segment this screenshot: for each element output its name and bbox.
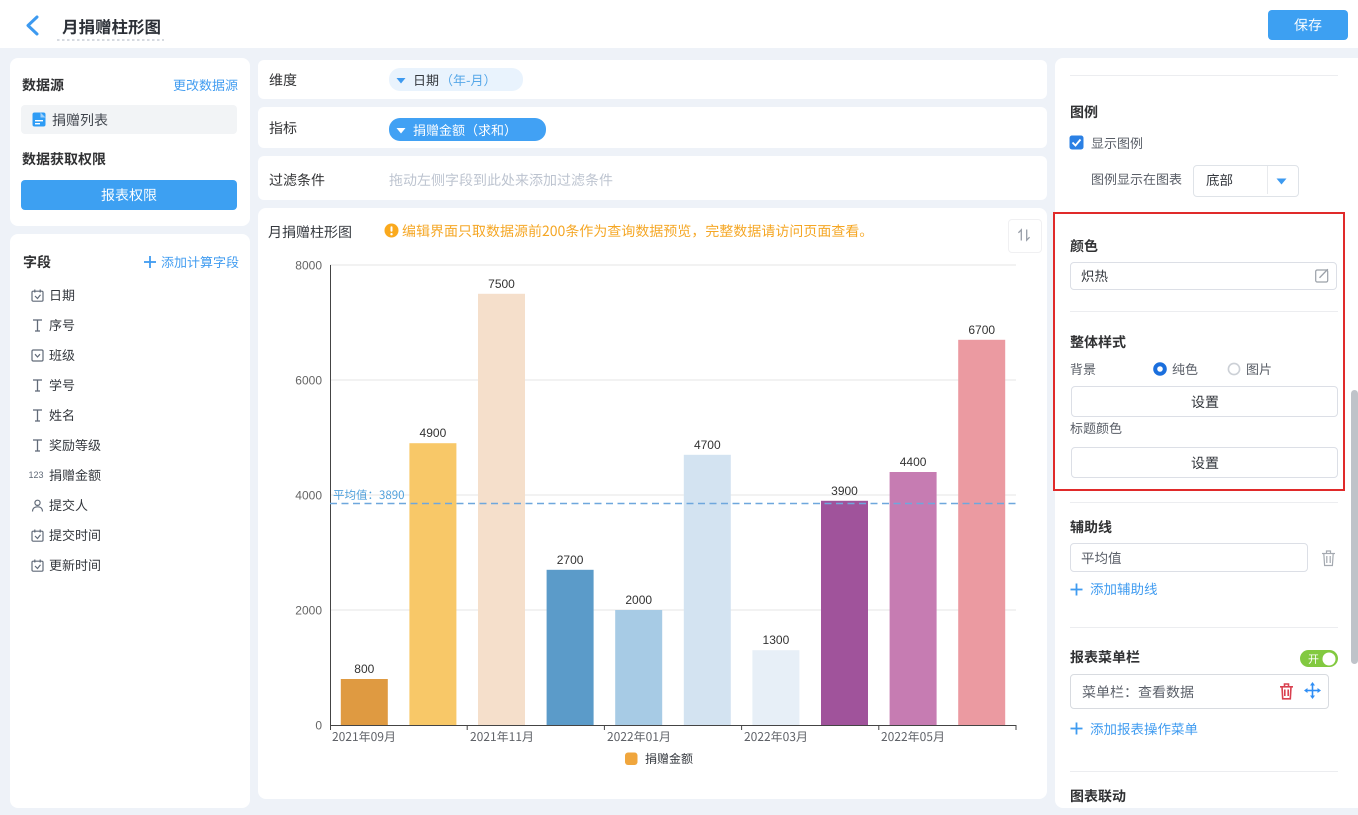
svg-text:4900: 4900 [420, 426, 447, 440]
svg-text:6700: 6700 [968, 323, 995, 337]
svg-text:1300: 1300 [763, 633, 790, 647]
svg-text:4000: 4000 [295, 489, 322, 503]
svg-text:2700: 2700 [557, 553, 584, 567]
svg-text:0: 0 [315, 719, 322, 733]
svg-text:2000: 2000 [295, 604, 322, 618]
svg-text:8000: 8000 [295, 259, 322, 273]
svg-text:3900: 3900 [831, 484, 858, 498]
svg-text:7500: 7500 [488, 277, 515, 291]
svg-text:6000: 6000 [295, 374, 322, 388]
svg-text:800: 800 [354, 662, 374, 676]
svg-text:4700: 4700 [694, 438, 721, 452]
svg-text:4400: 4400 [900, 455, 927, 469]
svg-text:2000: 2000 [625, 593, 652, 607]
